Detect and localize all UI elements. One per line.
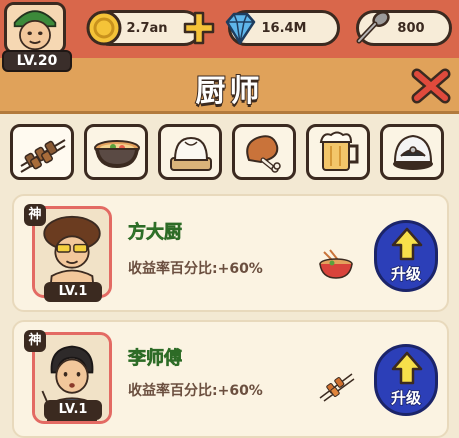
spoon-amount: 800 bbox=[397, 20, 425, 36]
up-arrow-icon bbox=[391, 351, 423, 385]
chef-level-badge: LV.1 bbox=[44, 400, 102, 420]
tab-buns[interactable] bbox=[158, 124, 222, 180]
add-coins-plus-icon[interactable] bbox=[183, 11, 215, 45]
upgrade-button[interactable]: 升级 bbox=[374, 220, 438, 292]
beer-mug-icon bbox=[319, 131, 359, 171]
tab-noodles[interactable] bbox=[84, 124, 148, 180]
chef-level-badge: LV.1 bbox=[44, 282, 102, 302]
upgrade-button[interactable]: 升级 bbox=[374, 344, 438, 416]
player-avatar[interactable] bbox=[4, 2, 66, 54]
close-icon[interactable] bbox=[411, 68, 451, 104]
chef-name: 方大厨 bbox=[128, 222, 183, 244]
tab-chicken[interactable] bbox=[232, 124, 296, 180]
upgrade-label: 升级 bbox=[390, 264, 422, 284]
chef-bonus-stat: 收益率百分比:+60% bbox=[128, 383, 263, 399]
page-title: 厨师 bbox=[195, 73, 264, 110]
player-level-badge: LV.20 bbox=[2, 50, 72, 72]
rarity-badge: 神 bbox=[24, 204, 46, 226]
chef-bonus-stat: 收益率百分比:+60% bbox=[128, 261, 263, 277]
spoon-counter: 800 bbox=[356, 10, 452, 46]
chef-face-icon bbox=[7, 5, 63, 51]
chef-name: 李师傅 bbox=[128, 348, 183, 370]
gem-counter: 16.4M bbox=[225, 10, 340, 46]
noodle-bowl-icon bbox=[94, 140, 140, 168]
up-arrow-icon bbox=[391, 227, 423, 261]
tab-rice[interactable] bbox=[380, 124, 444, 180]
tab-skewer[interactable] bbox=[10, 124, 74, 180]
rarity-badge: 神 bbox=[24, 330, 46, 352]
skewer-icon bbox=[20, 139, 66, 173]
skewer-icon bbox=[319, 373, 355, 402]
coin-counter: 2.7an bbox=[86, 10, 215, 46]
upgrade-label: 升级 bbox=[390, 388, 422, 408]
steamed-bun-icon bbox=[170, 136, 212, 171]
top-currency-bar: 2.7an 16.4M 800 bbox=[0, 0, 459, 58]
rice-cooker-icon bbox=[393, 134, 433, 170]
tab-beer[interactable] bbox=[306, 124, 370, 180]
noodle-bowl-icon bbox=[319, 249, 353, 279]
chicken-leg-icon bbox=[246, 135, 281, 173]
gem-amount: 16.4M bbox=[261, 20, 307, 36]
